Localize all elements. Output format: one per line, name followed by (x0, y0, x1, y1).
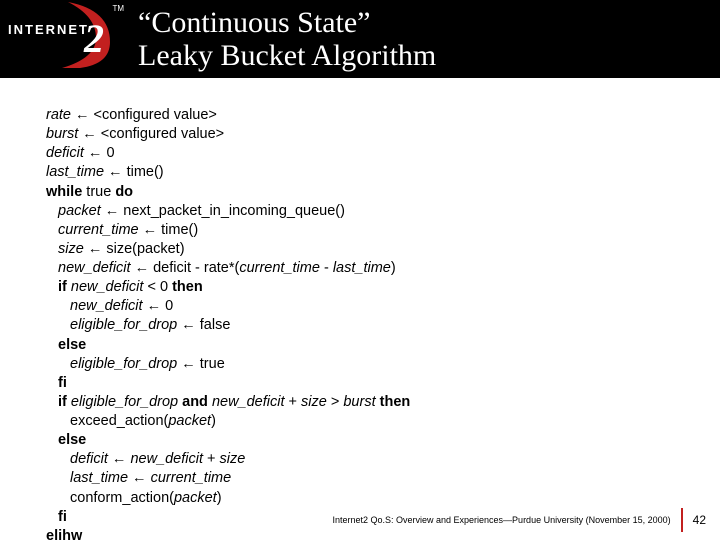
logo-text: INTERNET (8, 22, 89, 37)
code-line: current_time ← time() (46, 221, 720, 240)
slide-header: 2 INTERNET TM “Continuous State” Leaky B… (0, 0, 720, 78)
code-line: conform_action(packet) (46, 489, 720, 508)
code-line: new_deficit ← 0 (46, 297, 720, 316)
code-line: while true do (46, 183, 720, 202)
code-line: exceed_action(packet) (46, 412, 720, 431)
code-line: deficit ← new_deficit + size (46, 450, 720, 469)
internet2-logo: 2 INTERNET TM (0, 0, 130, 78)
pseudocode-block: rate ← <configured value> burst ← <confi… (0, 78, 720, 546)
footer-separator (681, 508, 683, 532)
page-number: 42 (693, 513, 706, 527)
slide-footer: Internet2 Qo.S: Overview and Experiences… (332, 508, 706, 532)
code-line: new_deficit ← deficit - rate*(current_ti… (46, 259, 720, 278)
code-line: if new_deficit < 0 then (46, 278, 720, 297)
code-line: rate ← <configured value> (46, 106, 720, 125)
code-line: last_time ← current_time (46, 469, 720, 488)
code-line: else (46, 431, 720, 450)
code-line: eligible_for_drop ← false (46, 316, 720, 335)
code-line: eligible_for_drop ← true (46, 355, 720, 374)
code-line: fi (46, 374, 720, 393)
title-line-2: Leaky Bucket Algorithm (138, 39, 436, 72)
logo-trademark: TM (112, 4, 124, 13)
code-line: else (46, 336, 720, 355)
code-line: packet ← next_packet_in_incoming_queue() (46, 202, 720, 221)
footer-text: Internet2 Qo.S: Overview and Experiences… (332, 515, 670, 525)
slide-title: “Continuous State” Leaky Bucket Algorith… (130, 6, 436, 72)
code-line: size ← size(packet) (46, 240, 720, 259)
code-line: if eligible_for_drop and new_deficit + s… (46, 393, 720, 412)
code-line: burst ← <configured value> (46, 125, 720, 144)
code-line: deficit ← 0 (46, 144, 720, 163)
title-line-1: “Continuous State” (138, 6, 436, 39)
code-line: last_time ← time() (46, 163, 720, 182)
